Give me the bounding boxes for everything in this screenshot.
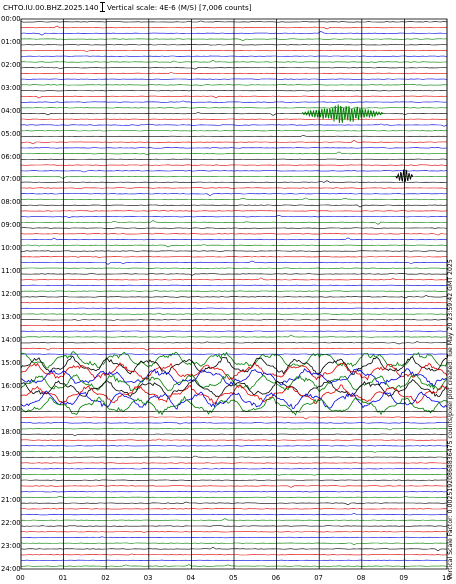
minute-label: 09 bbox=[399, 574, 409, 582]
hour-label: 05:00 bbox=[1, 129, 21, 138]
hour-label: 06:00 bbox=[1, 152, 21, 161]
hour-label: 07:00 bbox=[1, 175, 21, 184]
hour-label: 11:00 bbox=[1, 267, 21, 276]
plot-footer: Vertical Scale Factor: 0.002519208688364… bbox=[447, 259, 454, 580]
hour-label: 13:00 bbox=[1, 312, 21, 321]
hour-label: 18:00 bbox=[1, 427, 21, 436]
hour-label: 10:00 bbox=[1, 244, 21, 253]
hour-label: 15:00 bbox=[1, 358, 21, 367]
hour-label: 21:00 bbox=[1, 496, 21, 505]
hour-label: 17:00 bbox=[1, 404, 21, 413]
minute-label: 00 bbox=[16, 574, 25, 582]
hour-label: 19:00 bbox=[1, 450, 21, 459]
hour-label: 04:00 bbox=[1, 106, 21, 115]
minute-label: 04 bbox=[186, 574, 196, 582]
minute-label: 02 bbox=[101, 574, 110, 582]
hour-label: 22:00 bbox=[1, 519, 21, 528]
hour-label: 01:00 bbox=[1, 37, 21, 46]
hour-label: 20:00 bbox=[1, 473, 21, 482]
minute-label: 08 bbox=[356, 574, 366, 582]
hour-label: 12:00 bbox=[1, 290, 21, 298]
minute-label: 06 bbox=[271, 574, 281, 582]
hour-label: 02:00 bbox=[1, 60, 21, 69]
hour-label: 23:00 bbox=[1, 542, 21, 551]
hour-label: 24:00 bbox=[1, 565, 21, 573]
minute-label: 07 bbox=[314, 574, 323, 582]
minute-label: 03 bbox=[143, 574, 153, 582]
helicorder-plot bbox=[20, 18, 448, 570]
hour-label: 14:00 bbox=[1, 335, 21, 344]
hour-label: 08:00 bbox=[1, 198, 21, 207]
hour-label: 00:00 bbox=[1, 15, 21, 23]
hour-label: 09:00 bbox=[1, 221, 21, 230]
hour-axis: 00:00 01:00 02:00 03:00 04:00 05:00 06:00 07:00… bbox=[0, 0, 22, 584]
hour-label: 16:00 bbox=[1, 381, 21, 390]
hour-label: 03:00 bbox=[1, 83, 21, 92]
minute-label: 05 bbox=[229, 574, 238, 582]
minute-label: 01 bbox=[58, 574, 68, 582]
earthquake-arrival-04h bbox=[301, 104, 384, 124]
